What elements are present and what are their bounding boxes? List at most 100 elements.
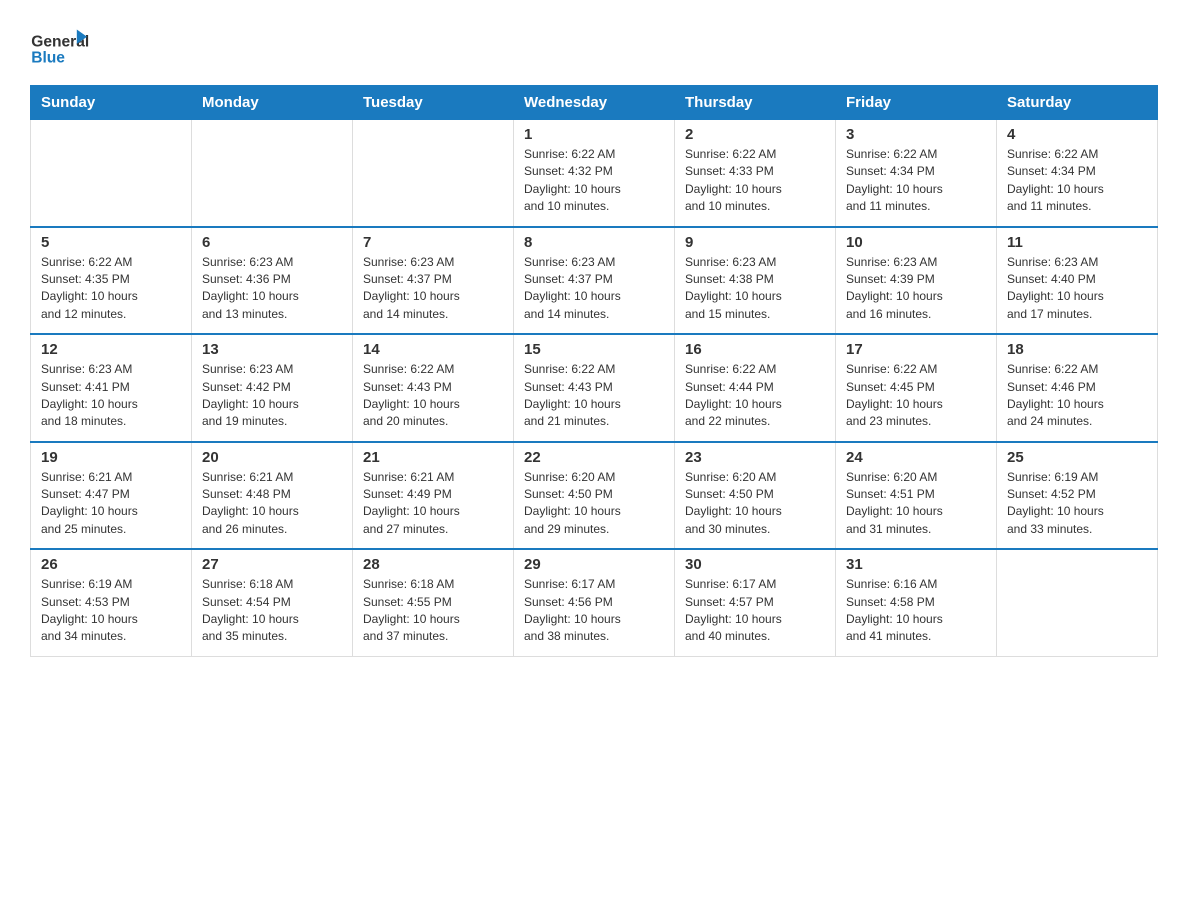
day-cell: 10Sunrise: 6:23 AMSunset: 4:39 PMDayligh…: [836, 227, 997, 335]
header-cell-sunday: Sunday: [31, 86, 192, 120]
day-cell: 27 Sunrise: 6:18 AMSunset: 4:54 PMDayligh…: [192, 549, 353, 656]
header-cell-saturday: Saturday: [997, 86, 1158, 120]
day-cell: 28 Sunrise: 6:18 AMSunset: 4:55 PMDayligh…: [353, 549, 514, 656]
day-number: 2: [685, 126, 825, 143]
day-number: 25: [1007, 449, 1147, 466]
day-info: Sunrise: 6:17 AMSunset: 4:57 PMDaylight:…: [685, 576, 825, 646]
day-cell: 24Sunrise: 6:20 AMSunset: 4:51 PMDayligh…: [836, 442, 997, 550]
day-number: 7: [363, 234, 503, 251]
day-number: 4: [1007, 126, 1147, 143]
day-cell: [997, 549, 1158, 656]
day-number: 13: [202, 341, 342, 358]
day-info: Sunrise: 6:23 AMSunset: 4:37 PMDaylight:…: [363, 254, 503, 324]
day-number: 9: [685, 234, 825, 251]
day-info: Sunrise: 6:22 AMSunset: 4:43 PMDaylight:…: [524, 361, 664, 431]
day-cell: 16 Sunrise: 6:22 AMSunset: 4:44 PMDayligh…: [675, 334, 836, 442]
day-info: Sunrise: 6:21 AMSunset: 4:49 PMDaylight:…: [363, 469, 503, 539]
day-info: Sunrise: 6:22 AMSunset: 4:44 PMDaylight:…: [685, 361, 825, 431]
day-info: Sunrise: 6:22 AMSunset: 4:45 PMDaylight:…: [846, 361, 986, 431]
calendar-table: SundayMondayTuesdayWednesdayThursdayFrid…: [30, 85, 1158, 657]
day-cell: 8 Sunrise: 6:23 AMSunset: 4:37 PMDaylight…: [514, 227, 675, 335]
day-cell: 2Sunrise: 6:22 AMSunset: 4:33 PMDaylight…: [675, 120, 836, 227]
day-cell: 19Sunrise: 6:21 AMSunset: 4:47 PMDayligh…: [31, 442, 192, 550]
day-info: Sunrise: 6:18 AMSunset: 4:54 PMDaylight:…: [202, 576, 342, 646]
day-number: 11: [1007, 234, 1147, 251]
day-cell: [192, 120, 353, 227]
day-cell: 22 Sunrise: 6:20 AMSunset: 4:50 PMDayligh…: [514, 442, 675, 550]
header-cell-monday: Monday: [192, 86, 353, 120]
day-number: 26: [41, 556, 181, 573]
logo-area: General Blue: [30, 20, 90, 75]
day-number: 18: [1007, 341, 1147, 358]
calendar-body: 1 Sunrise: 6:22 AMSunset: 4:32 PMDaylight…: [31, 120, 1158, 657]
day-cell: 5Sunrise: 6:22 AMSunset: 4:35 PMDaylight…: [31, 227, 192, 335]
day-cell: 7 Sunrise: 6:23 AMSunset: 4:37 PMDaylight…: [353, 227, 514, 335]
day-info: Sunrise: 6:23 AMSunset: 4:42 PMDaylight:…: [202, 361, 342, 431]
week-row-1: 1 Sunrise: 6:22 AMSunset: 4:32 PMDaylight…: [31, 120, 1158, 227]
day-cell: 15Sunrise: 6:22 AMSunset: 4:43 PMDayligh…: [514, 334, 675, 442]
day-cell: 13 Sunrise: 6:23 AMSunset: 4:42 PMDayligh…: [192, 334, 353, 442]
day-cell: 4Sunrise: 6:22 AMSunset: 4:34 PMDaylight…: [997, 120, 1158, 227]
day-cell: [31, 120, 192, 227]
svg-text:Blue: Blue: [31, 50, 65, 67]
day-info: Sunrise: 6:19 AMSunset: 4:52 PMDaylight:…: [1007, 469, 1147, 539]
day-number: 31: [846, 556, 986, 573]
day-info: Sunrise: 6:21 AMSunset: 4:48 PMDaylight:…: [202, 469, 342, 539]
day-info: Sunrise: 6:16 AMSunset: 4:58 PMDaylight:…: [846, 576, 986, 646]
day-info: Sunrise: 6:23 AMSunset: 4:38 PMDaylight:…: [685, 254, 825, 324]
week-row-3: 12 Sunrise: 6:23 AMSunset: 4:41 PMDayligh…: [31, 334, 1158, 442]
day-info: Sunrise: 6:22 AMSunset: 4:46 PMDaylight:…: [1007, 361, 1147, 431]
day-number: 21: [363, 449, 503, 466]
day-info: Sunrise: 6:19 AMSunset: 4:53 PMDaylight:…: [41, 576, 181, 646]
day-number: 12: [41, 341, 181, 358]
day-info: Sunrise: 6:23 AMSunset: 4:40 PMDaylight:…: [1007, 254, 1147, 324]
day-cell: 25 Sunrise: 6:19 AMSunset: 4:52 PMDayligh…: [997, 442, 1158, 550]
day-number: 6: [202, 234, 342, 251]
day-number: 30: [685, 556, 825, 573]
day-cell: 9 Sunrise: 6:23 AMSunset: 4:38 PMDaylight…: [675, 227, 836, 335]
day-info: Sunrise: 6:23 AMSunset: 4:36 PMDaylight:…: [202, 254, 342, 324]
calendar-header: SundayMondayTuesdayWednesdayThursdayFrid…: [31, 86, 1158, 120]
day-info: Sunrise: 6:20 AMSunset: 4:50 PMDaylight:…: [524, 469, 664, 539]
day-number: 8: [524, 234, 664, 251]
day-number: 24: [846, 449, 986, 466]
day-info: Sunrise: 6:20 AMSunset: 4:50 PMDaylight:…: [685, 469, 825, 539]
day-cell: 29Sunrise: 6:17 AMSunset: 4:56 PMDayligh…: [514, 549, 675, 656]
day-number: 14: [363, 341, 503, 358]
day-cell: 3Sunrise: 6:22 AMSunset: 4:34 PMDaylight…: [836, 120, 997, 227]
header-cell-wednesday: Wednesday: [514, 86, 675, 120]
day-cell: 14Sunrise: 6:22 AMSunset: 4:43 PMDayligh…: [353, 334, 514, 442]
day-number: 17: [846, 341, 986, 358]
week-row-4: 19Sunrise: 6:21 AMSunset: 4:47 PMDayligh…: [31, 442, 1158, 550]
day-number: 29: [524, 556, 664, 573]
day-cell: 18 Sunrise: 6:22 AMSunset: 4:46 PMDayligh…: [997, 334, 1158, 442]
week-row-2: 5Sunrise: 6:22 AMSunset: 4:35 PMDaylight…: [31, 227, 1158, 335]
day-cell: 6 Sunrise: 6:23 AMSunset: 4:36 PMDaylight…: [192, 227, 353, 335]
day-number: 22: [524, 449, 664, 466]
day-info: Sunrise: 6:18 AMSunset: 4:55 PMDaylight:…: [363, 576, 503, 646]
day-cell: 30 Sunrise: 6:17 AMSunset: 4:57 PMDayligh…: [675, 549, 836, 656]
day-number: 10: [846, 234, 986, 251]
header-row: SundayMondayTuesdayWednesdayThursdayFrid…: [31, 86, 1158, 120]
day-info: Sunrise: 6:22 AMSunset: 4:32 PMDaylight:…: [524, 146, 664, 216]
day-number: 5: [41, 234, 181, 251]
day-cell: 23Sunrise: 6:20 AMSunset: 4:50 PMDayligh…: [675, 442, 836, 550]
day-cell: 26 Sunrise: 6:19 AMSunset: 4:53 PMDayligh…: [31, 549, 192, 656]
day-cell: [353, 120, 514, 227]
header-cell-tuesday: Tuesday: [353, 86, 514, 120]
page-header: General Blue: [30, 20, 1158, 75]
day-number: 27: [202, 556, 342, 573]
day-number: 28: [363, 556, 503, 573]
header-cell-friday: Friday: [836, 86, 997, 120]
general-blue-logo: General Blue: [30, 20, 90, 75]
day-number: 16: [685, 341, 825, 358]
day-info: Sunrise: 6:23 AMSunset: 4:37 PMDaylight:…: [524, 254, 664, 324]
day-number: 1: [524, 126, 664, 143]
day-cell: 21 Sunrise: 6:21 AMSunset: 4:49 PMDayligh…: [353, 442, 514, 550]
week-row-5: 26 Sunrise: 6:19 AMSunset: 4:53 PMDayligh…: [31, 549, 1158, 656]
day-info: Sunrise: 6:23 AMSunset: 4:41 PMDaylight:…: [41, 361, 181, 431]
day-cell: 1 Sunrise: 6:22 AMSunset: 4:32 PMDaylight…: [514, 120, 675, 227]
day-cell: 11 Sunrise: 6:23 AMSunset: 4:40 PMDayligh…: [997, 227, 1158, 335]
day-info: Sunrise: 6:21 AMSunset: 4:47 PMDaylight:…: [41, 469, 181, 539]
day-number: 3: [846, 126, 986, 143]
